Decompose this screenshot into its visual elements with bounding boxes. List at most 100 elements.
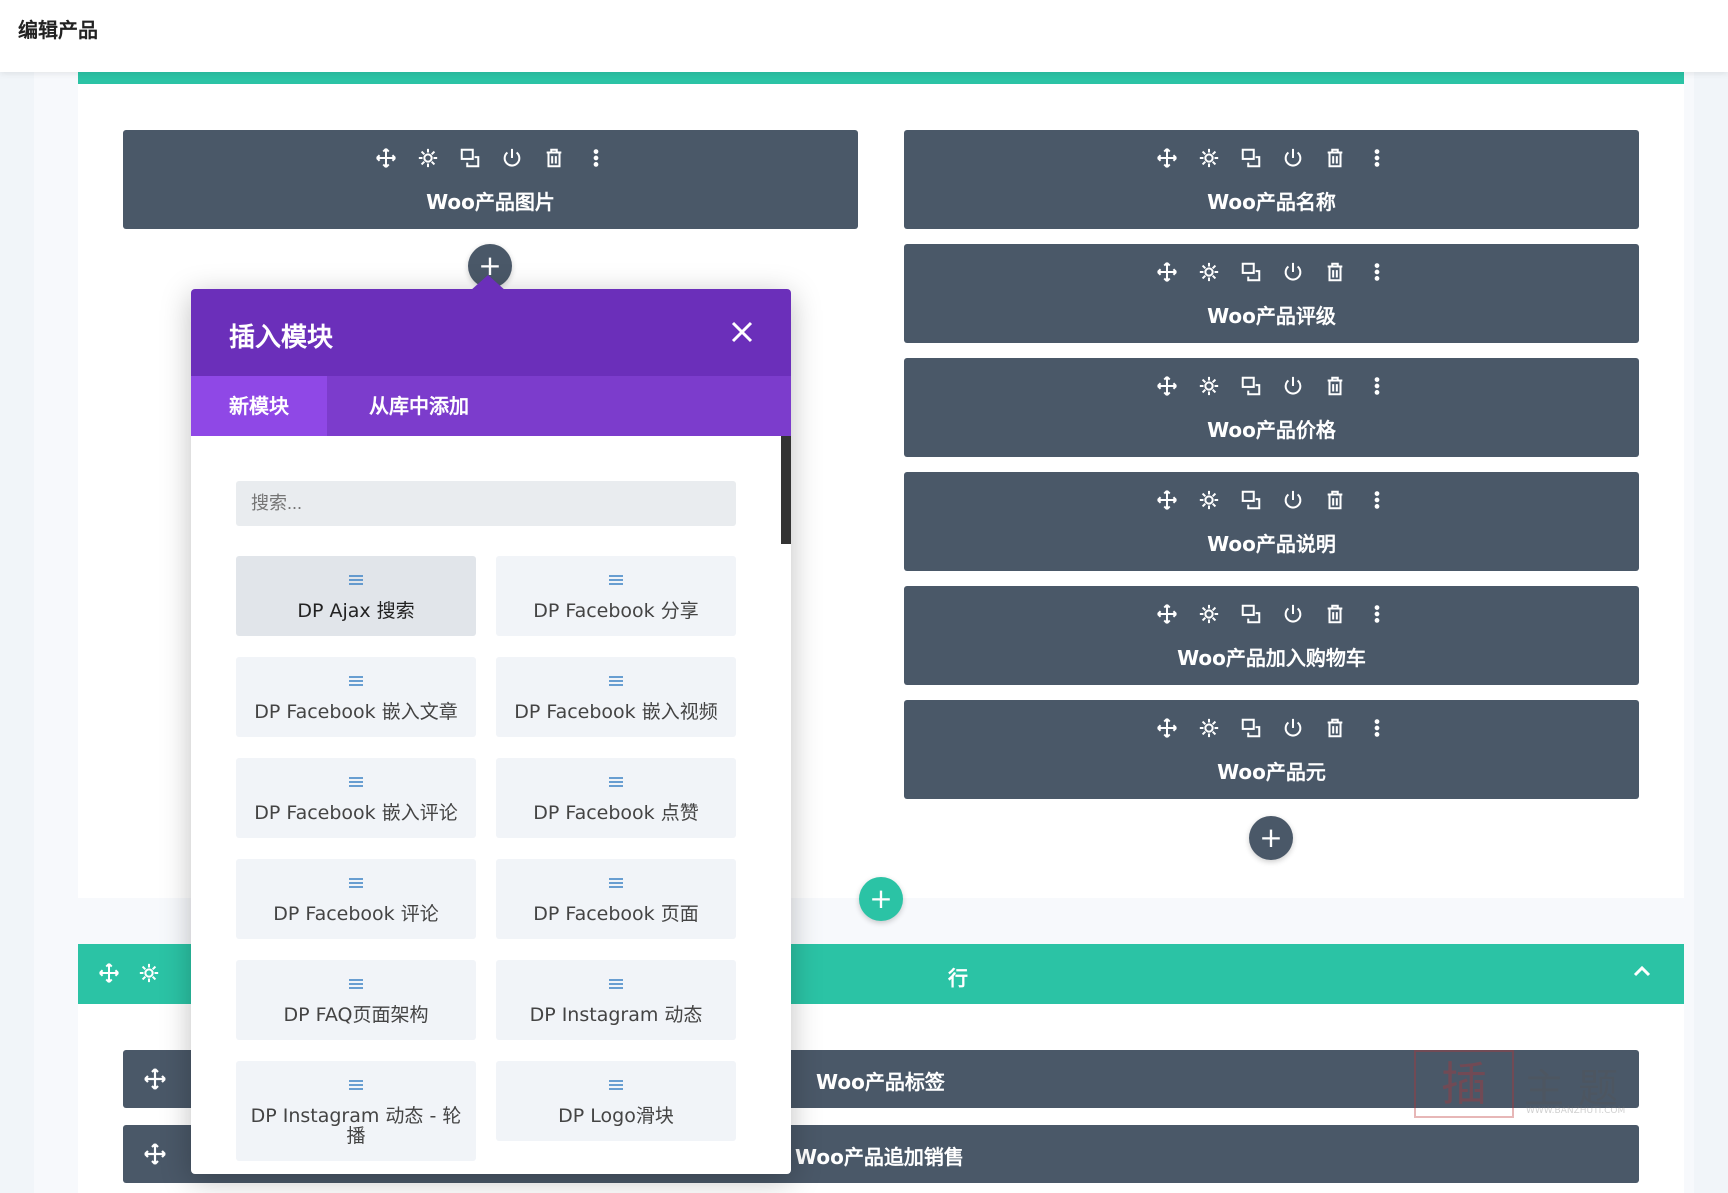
- module-tile[interactable]: DP Facebook 嵌入文章: [236, 657, 476, 737]
- module-tile[interactable]: DP Logo滑块: [496, 1061, 736, 1141]
- gear-icon[interactable]: [416, 146, 440, 170]
- duplicate-icon[interactable]: [1239, 716, 1263, 740]
- module-tile[interactable]: DP Facebook 页面: [496, 859, 736, 939]
- power-icon[interactable]: [1281, 260, 1305, 284]
- menu-lines-icon: [236, 574, 476, 586]
- module-tile[interactable]: DP Facebook 嵌入视频: [496, 657, 736, 737]
- power-icon[interactable]: [1281, 488, 1305, 512]
- close-icon[interactable]: [729, 319, 755, 345]
- module-tile-label: DP Facebook 分享: [533, 600, 699, 622]
- duplicate-icon[interactable]: [1239, 374, 1263, 398]
- module-label: Woo产品评级: [1207, 304, 1336, 328]
- duplicate-icon[interactable]: [1239, 488, 1263, 512]
- move-icon[interactable]: [1155, 488, 1179, 512]
- tab-add-from-library[interactable]: 从库中添加: [331, 376, 507, 436]
- plus-icon: +: [1259, 821, 1283, 854]
- menu-lines-icon: [236, 978, 476, 990]
- module-label: Woo产品图片: [426, 190, 555, 214]
- menu-lines-icon: [496, 877, 736, 889]
- move-icon[interactable]: [1155, 260, 1179, 284]
- more-icon[interactable]: [1365, 146, 1389, 170]
- power-icon[interactable]: [1281, 374, 1305, 398]
- duplicate-icon[interactable]: [1239, 602, 1263, 626]
- menu-lines-icon: [496, 675, 736, 687]
- move-icon[interactable]: [98, 962, 120, 988]
- add-row-button[interactable]: +: [859, 877, 903, 921]
- gear-icon[interactable]: [1197, 146, 1221, 170]
- chevron-up-icon[interactable]: [1630, 960, 1654, 988]
- gear-icon[interactable]: [1197, 602, 1221, 626]
- module-label: Woo产品加入购物车: [1177, 646, 1366, 670]
- menu-lines-icon: [496, 776, 736, 788]
- section-top-bar[interactable]: [78, 72, 1684, 84]
- trash-icon[interactable]: [1323, 260, 1347, 284]
- gear-icon[interactable]: [1197, 260, 1221, 284]
- move-icon[interactable]: [1155, 602, 1179, 626]
- power-icon[interactable]: [1281, 146, 1305, 170]
- tab-new-module[interactable]: 新模块: [191, 376, 327, 436]
- power-icon[interactable]: [1281, 716, 1305, 740]
- module-label: Woo产品名称: [1207, 190, 1336, 214]
- module-tile[interactable]: DP Facebook 嵌入评论: [236, 758, 476, 838]
- module-toolbar: [904, 716, 1639, 740]
- module-tile[interactable]: DP Ajax 搜索: [236, 556, 476, 636]
- module-label: Woo产品标签: [816, 1070, 945, 1094]
- search-input[interactable]: [236, 481, 736, 526]
- move-icon[interactable]: [1155, 146, 1179, 170]
- module-toolbar: [904, 146, 1639, 170]
- module-tile[interactable]: DP Facebook 评论: [236, 859, 476, 939]
- move-icon[interactable]: [1155, 374, 1179, 398]
- trash-icon[interactable]: [1323, 602, 1347, 626]
- module-right-0[interactable]: Woo产品名称: [904, 130, 1639, 229]
- module-right-3[interactable]: Woo产品说明: [904, 472, 1639, 571]
- module-right-2[interactable]: Woo产品价格: [904, 358, 1639, 457]
- module-tile-label: DP Facebook 嵌入文章: [254, 701, 458, 723]
- more-icon[interactable]: [1365, 374, 1389, 398]
- trash-icon[interactable]: [1323, 146, 1347, 170]
- module-tile-label: DP FAQ页面架构: [283, 1004, 429, 1026]
- add-module-button-right[interactable]: +: [1249, 816, 1293, 860]
- module-tile[interactable]: DP FAQ页面架构: [236, 960, 476, 1040]
- trash-icon[interactable]: [542, 146, 566, 170]
- module-tile[interactable]: DP Instagram 动态: [496, 960, 736, 1040]
- module-tile[interactable]: DP Facebook 分享: [496, 556, 736, 636]
- gear-icon[interactable]: [1197, 716, 1221, 740]
- move-icon[interactable]: [374, 146, 398, 170]
- module-tile[interactable]: DP Instagram 动态 - 轮播: [236, 1061, 476, 1161]
- popup-pointer: [470, 275, 506, 291]
- module-tile[interactable]: DP Facebook 点赞: [496, 758, 736, 838]
- module-label: Woo产品元: [1217, 760, 1326, 784]
- menu-lines-icon: [496, 978, 736, 990]
- module-tile-label: DP Facebook 嵌入视频: [514, 701, 718, 723]
- module-tile-label: DP Instagram 动态 - 轮播: [250, 1105, 462, 1147]
- duplicate-icon[interactable]: [1239, 146, 1263, 170]
- move-icon[interactable]: [1155, 716, 1179, 740]
- module-label: Woo产品追加销售: [795, 1145, 964, 1169]
- module-tile-label: DP Logo滑块: [558, 1105, 674, 1127]
- duplicate-icon[interactable]: [1239, 260, 1263, 284]
- module-tile-label: DP Facebook 页面: [533, 903, 699, 925]
- module-right-5[interactable]: Woo产品元: [904, 700, 1639, 799]
- scrollbar[interactable]: [781, 436, 791, 544]
- more-icon[interactable]: [1365, 488, 1389, 512]
- module-right-1[interactable]: Woo产品评级: [904, 244, 1639, 343]
- move-icon[interactable]: [143, 1142, 167, 1170]
- gear-icon[interactable]: [1197, 374, 1221, 398]
- move-icon[interactable]: [143, 1067, 167, 1095]
- module-right-4[interactable]: Woo产品加入购物车: [904, 586, 1639, 685]
- more-icon[interactable]: [1365, 602, 1389, 626]
- more-icon[interactable]: [1365, 260, 1389, 284]
- trash-icon[interactable]: [1323, 488, 1347, 512]
- module-tile-label: DP Facebook 嵌入评论: [254, 802, 458, 824]
- gear-icon[interactable]: [1197, 488, 1221, 512]
- trash-icon[interactable]: [1323, 374, 1347, 398]
- power-icon[interactable]: [1281, 602, 1305, 626]
- power-icon[interactable]: [500, 146, 524, 170]
- gear-icon[interactable]: [138, 962, 160, 988]
- trash-icon[interactable]: [1323, 716, 1347, 740]
- duplicate-icon[interactable]: [458, 146, 482, 170]
- module-woo-product-image[interactable]: Woo产品图片: [123, 130, 858, 229]
- more-icon[interactable]: [584, 146, 608, 170]
- more-icon[interactable]: [1365, 716, 1389, 740]
- module-tile-label: DP Facebook 点赞: [533, 802, 699, 824]
